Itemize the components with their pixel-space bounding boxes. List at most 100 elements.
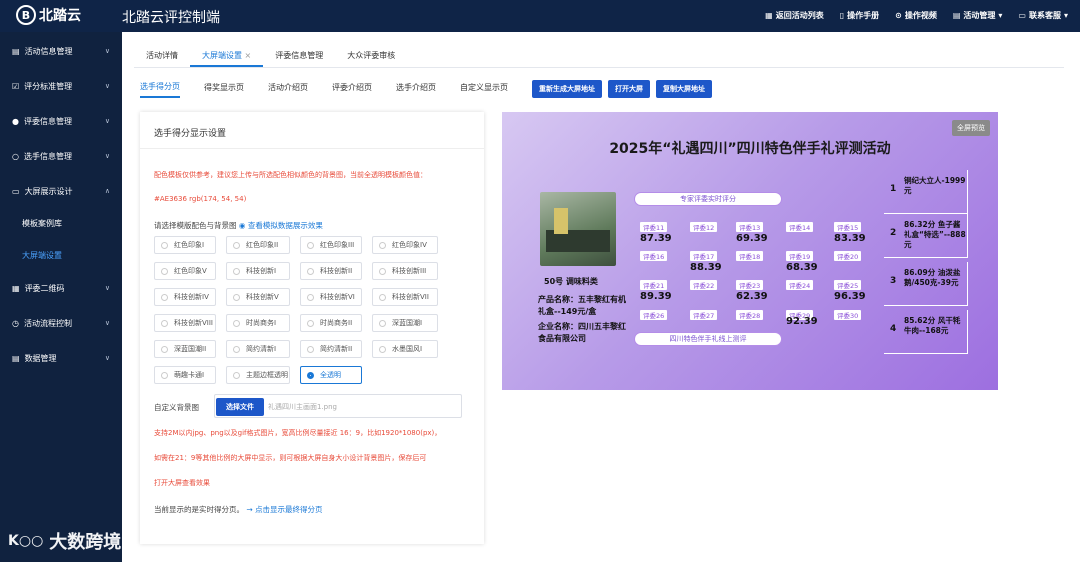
close-icon[interactable]: × [245, 51, 252, 60]
menu-video[interactable]: ⊙ 操作视频 [895, 10, 937, 21]
judge-label: 评委12 [690, 222, 718, 232]
color-note: 配色模板仅供参考，建议您上传与所选配色相似颜色的背景图，当前全透明模板颜色值： [154, 171, 427, 179]
template-option[interactable]: 水墨国风I [372, 340, 438, 358]
sidebar-item-judge-info[interactable]: ● 评委信息管理 ∨ [0, 111, 122, 131]
radio-icon [307, 267, 314, 275]
menu-support[interactable]: ▭ 联系客服 ▾ [1018, 10, 1068, 21]
template-option[interactable]: 时尚商务II [300, 314, 362, 332]
template-option[interactable]: 科技创新I [226, 262, 290, 280]
sidebar-item-data-manage[interactable]: ▤ 数据管理 ∨ [0, 348, 122, 368]
fullscreen-preview-button[interactable]: 全屏预览 [952, 120, 990, 136]
regenerate-url-button[interactable]: 重新生成大屏地址 [532, 80, 602, 98]
judge-label: 评委23 [736, 280, 764, 290]
template-option[interactable]: 科技创新IV [154, 288, 216, 306]
switch-final-score-link[interactable]: → 点击显示最终得分页 [246, 505, 322, 514]
radio-icon [233, 267, 240, 275]
menu-manual[interactable]: ▯ 操作手册 [840, 10, 879, 21]
tab-contestant-score[interactable]: 选手得分页 [140, 81, 180, 98]
tab-activity-intro[interactable]: 活动介绍页 [268, 82, 308, 97]
judge-label: 评委14 [786, 222, 814, 232]
tab-judge-intro[interactable]: 评委介绍页 [332, 82, 372, 97]
radio-icon [233, 293, 240, 301]
radio-icon [161, 267, 168, 275]
radio-icon [379, 345, 386, 353]
rank-number: 4 [890, 324, 897, 334]
template-option[interactable]: 科技创新V [226, 288, 290, 306]
template-option[interactable]: 时尚商务I [226, 314, 290, 332]
template-option[interactable]: 红色印象II [226, 236, 290, 254]
tab-judge-info[interactable]: 评委信息管理 [263, 44, 335, 67]
tab-award-display[interactable]: 得奖显示页 [204, 82, 244, 97]
book-icon: ▯ [839, 11, 845, 20]
template-option[interactable]: 深蓝国潮II [154, 340, 216, 358]
judge-label: 评委11 [640, 222, 668, 232]
judge-label: 评委26 [640, 310, 668, 320]
template-option[interactable]: 主题边框透明 [226, 366, 290, 384]
template-option[interactable]: 简约清新I [226, 340, 290, 358]
sidebar-item-contestant-info[interactable]: ○ 选手信息管理 ∨ [0, 146, 122, 166]
template-option[interactable]: 红色印象I [154, 236, 216, 254]
template-option[interactable]: 全透明 [300, 366, 362, 384]
judge-label: 评委17 [690, 251, 718, 261]
chevron-down-icon: ∨ [104, 117, 110, 125]
chat-icon: ▭ [1018, 11, 1026, 20]
sidebar: ▤ 活动信息管理 ∨ ☑ 评分标准管理 ∨ ● 评委信息管理 ∨ ○ 选手信息管理 ∨ ▭ 大屏展… [0, 32, 122, 562]
logo-text: 北踏云 [39, 8, 81, 24]
sidebar-item-template-library[interactable]: 模板案例库 [0, 213, 122, 233]
divider [140, 148, 484, 149]
sidebar-item-screen-design[interactable]: ▭ 大屏展示设计 ∧ [0, 181, 122, 201]
brand-logo-icon: K○○ [8, 533, 44, 549]
template-option[interactable]: 红色印象IV [372, 236, 438, 254]
preview-title: 2025年“礼遇四川”四川特色伴手礼评测活动 [609, 141, 891, 157]
sidebar-item-activity-info[interactable]: ▤ 活动信息管理 ∨ [0, 41, 122, 61]
choose-file-button[interactable]: 选择文件 [216, 398, 264, 416]
menu-back-to-list[interactable]: ▦ 返回活动列表 [765, 10, 824, 21]
tab-screen-settings[interactable]: 大屏端设置 × [190, 44, 264, 67]
sidebar-item-judge-qrcode[interactable]: ▦ 评委二维码 ∨ [0, 278, 122, 298]
template-option[interactable]: 红色印象V [154, 262, 216, 280]
judge-label: 评委16 [640, 251, 668, 261]
sidebar-item-scoring-standard[interactable]: ☑ 评分标准管理 ∨ [0, 76, 122, 96]
template-option[interactable]: 科技创新III [372, 262, 438, 280]
view-sample-link[interactable]: ◉ 查看模拟数据展示效果 [239, 221, 323, 230]
judge-label: 评委22 [690, 280, 718, 290]
sidebar-item-screen-settings[interactable]: 大屏端设置 [0, 245, 122, 265]
template-option[interactable]: 红色印象III [300, 236, 362, 254]
chevron-down-icon: ∨ [104, 319, 110, 327]
open-screen-button[interactable]: 打开大屏 [608, 80, 650, 98]
radio-icon [161, 293, 168, 301]
tab-public-judge-review[interactable]: 大众评委审核 [335, 44, 407, 67]
chevron-down-icon: ∨ [104, 152, 110, 160]
tab-activity-detail[interactable]: 活动详情 [134, 44, 190, 67]
radio-icon [161, 319, 168, 327]
tab-contestant-intro[interactable]: 选手介绍页 [396, 82, 436, 97]
template-option[interactable]: 科技创新VIII [154, 314, 216, 332]
tab-custom-display[interactable]: 自定义显示页 [460, 82, 508, 97]
radio-icon [161, 371, 168, 379]
radio-icon [307, 371, 314, 379]
copy-url-button[interactable]: 复制大屏地址 [656, 80, 712, 98]
judge-score: 92.39 [786, 316, 818, 327]
template-option[interactable]: 萌趣卡通I [154, 366, 216, 384]
judge-label: 评委15 [834, 222, 862, 232]
monitor-icon: ▭ [12, 186, 20, 196]
doc-icon: ▤ [12, 46, 20, 56]
clock-icon: ◷ [12, 318, 19, 328]
template-option[interactable]: 科技创新II [300, 262, 362, 280]
logo-icon: B [16, 5, 36, 25]
sidebar-item-flow-control[interactable]: ◷ 活动流程控制 ∨ [0, 313, 122, 333]
judge-score: 88.39 [690, 262, 722, 273]
radio-icon [233, 345, 240, 353]
radio-icon [307, 293, 314, 301]
judge-score: 69.39 [736, 233, 768, 244]
template-option[interactable]: 科技创新VI [300, 288, 362, 306]
custom-bg-label: 自定义背景图 [154, 403, 199, 412]
menu-activity-manage[interactable]: ▤ 活动管理 ▾ [953, 10, 1003, 21]
qrcode-icon: ▦ [12, 283, 20, 293]
radio-icon [161, 241, 168, 249]
template-option[interactable]: 深蓝国潮I [372, 314, 438, 332]
logo[interactable]: B 北踏云 [16, 5, 81, 25]
panel-title: 选手得分显示设置 [154, 129, 227, 139]
template-option[interactable]: 科技创新VII [372, 288, 438, 306]
template-option[interactable]: 简约清新II [300, 340, 362, 358]
